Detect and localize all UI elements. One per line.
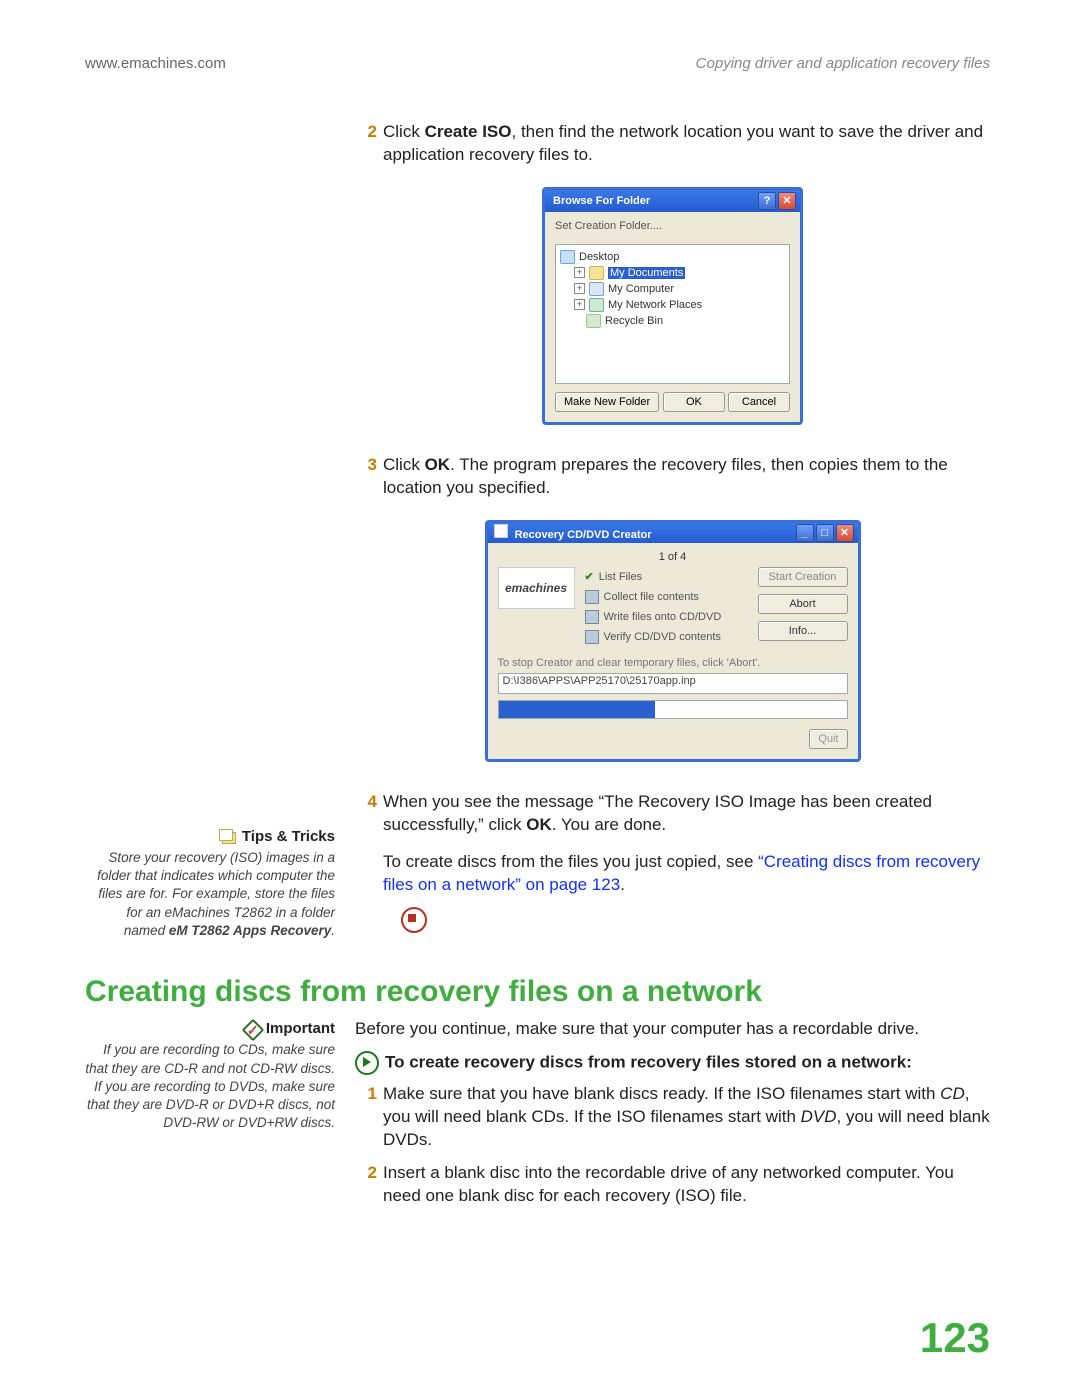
maximize-icon[interactable]: □ [816, 524, 834, 542]
step-text: Insert a blank disc into the recordable … [383, 1162, 990, 1208]
important-title: Important [266, 1019, 335, 1039]
tree-node-desktop[interactable]: Desktop [579, 251, 619, 263]
step-number: 2 [355, 121, 377, 167]
folder-tree[interactable]: Desktop + My Documents + My Computer [555, 244, 790, 384]
close-icon[interactable]: ✕ [836, 524, 854, 542]
rc-step-verify: Verify CD/DVD contents [604, 631, 721, 643]
hint-text: To stop Creator and clear temporary file… [498, 657, 848, 669]
running-head-right: Copying driver and application recovery … [696, 55, 990, 72]
tips-icon [219, 829, 237, 845]
cancel-button[interactable]: Cancel [728, 392, 790, 412]
make-new-folder-button[interactable]: Make New Folder [555, 392, 659, 412]
xref-lead: To create discs from the files you just … [383, 852, 758, 871]
abort-button[interactable]: Abort [758, 594, 848, 614]
step-number: 2 [355, 1162, 377, 1208]
start-creation-button[interactable]: Start Creation [758, 567, 848, 587]
stop-icon [401, 907, 427, 933]
step-counter: 1 of 4 [498, 551, 848, 563]
step-4: 4 When you see the message “The Recovery… [355, 791, 990, 837]
rc-step-list: List Files [599, 571, 642, 583]
step-text: Click Create ISO, then find the network … [383, 121, 990, 167]
figure-recovery-creator: Recovery CD/DVD Creator _ □ ✕ 1 of 4 ema… [355, 520, 990, 762]
step-number: 4 [355, 791, 377, 837]
tips-tail: . [331, 923, 335, 938]
rc-step-write: Write files onto CD/DVD [604, 611, 722, 623]
section-intro: Before you continue, make sure that your… [355, 1019, 990, 1039]
tree-node-networkplaces[interactable]: My Network Places [608, 299, 702, 311]
procedure-heading: To create recovery discs from recovery f… [355, 1051, 990, 1075]
proc-step-1: 1 Make sure that you have blank discs re… [355, 1083, 990, 1152]
progress-bar [498, 700, 848, 719]
step-number: 3 [355, 454, 377, 500]
desktop-icon [560, 250, 575, 264]
step-number: 1 [355, 1083, 377, 1152]
arrow-icon [585, 590, 599, 604]
rc-step-collect: Collect file contents [604, 591, 699, 603]
tips-callout: Tips & Tricks Store your recovery (ISO) … [85, 827, 335, 940]
help-icon[interactable]: ? [758, 192, 776, 210]
network-icon [589, 298, 604, 312]
minimize-icon[interactable]: _ [796, 524, 814, 542]
important-icon [243, 1020, 261, 1038]
tips-title: Tips & Tricks [242, 827, 335, 847]
info-button[interactable]: Info... [758, 621, 848, 641]
play-icon [355, 1051, 379, 1075]
step-text: When you see the message “The Recovery I… [383, 791, 990, 837]
important-callout: Important If you are recording to CDs, m… [85, 1019, 335, 1132]
expand-icon[interactable]: + [574, 283, 585, 294]
step-text: Make sure that you have blank discs read… [383, 1083, 990, 1152]
dialog-title: Browse For Folder [553, 195, 650, 207]
current-file-path: D:\I386\APPS\APP25170\25170app.inp [498, 673, 848, 694]
ok-button[interactable]: OK [663, 392, 725, 412]
step-3: 3 Click OK. The program prepares the rec… [355, 454, 990, 500]
figure-browse-for-folder: Browse For Folder ? ✕ Set Creation Folde… [355, 187, 990, 425]
check-icon: ✔ [585, 570, 594, 583]
running-head-left: www.emachines.com [85, 55, 226, 72]
tips-em: eM T2862 Apps Recovery [169, 923, 331, 938]
tree-node-mydocuments[interactable]: My Documents [608, 267, 685, 279]
app-icon [494, 524, 508, 538]
running-head: www.emachines.com Copying driver and app… [85, 55, 990, 72]
expand-icon[interactable]: + [574, 267, 585, 278]
quit-button[interactable]: Quit [809, 729, 847, 749]
disc-icon [585, 630, 599, 644]
dialog-titlebar: Recovery CD/DVD Creator _ □ ✕ [488, 523, 858, 543]
tree-node-mycomputer[interactable]: My Computer [608, 283, 674, 295]
proc-step-2: 2 Insert a blank disc into the recordabl… [355, 1162, 990, 1208]
dialog-title: Recovery CD/DVD Creator [515, 529, 652, 541]
disc-icon [585, 610, 599, 624]
brand-logo: emachines [498, 567, 575, 609]
folder-icon [589, 266, 604, 280]
dialog-titlebar: Browse For Folder ? ✕ [545, 190, 800, 212]
step-text: Click OK. The program prepares the recov… [383, 454, 990, 500]
important-body: If you are recording to CDs, make sure t… [85, 1042, 335, 1130]
close-icon[interactable]: ✕ [778, 192, 796, 210]
recycle-icon [586, 314, 601, 328]
expand-icon[interactable]: + [574, 299, 585, 310]
computer-icon [589, 282, 604, 296]
tree-node-recyclebin[interactable]: Recycle Bin [605, 315, 663, 327]
step-2: 2 Click Create ISO, then find the networ… [355, 121, 990, 167]
page-number: 123 [920, 1314, 990, 1362]
section-heading: Creating discs from recovery files on a … [85, 975, 990, 1009]
xref-tail: . [620, 875, 625, 894]
dialog-prompt: Set Creation Folder.... [555, 220, 790, 232]
